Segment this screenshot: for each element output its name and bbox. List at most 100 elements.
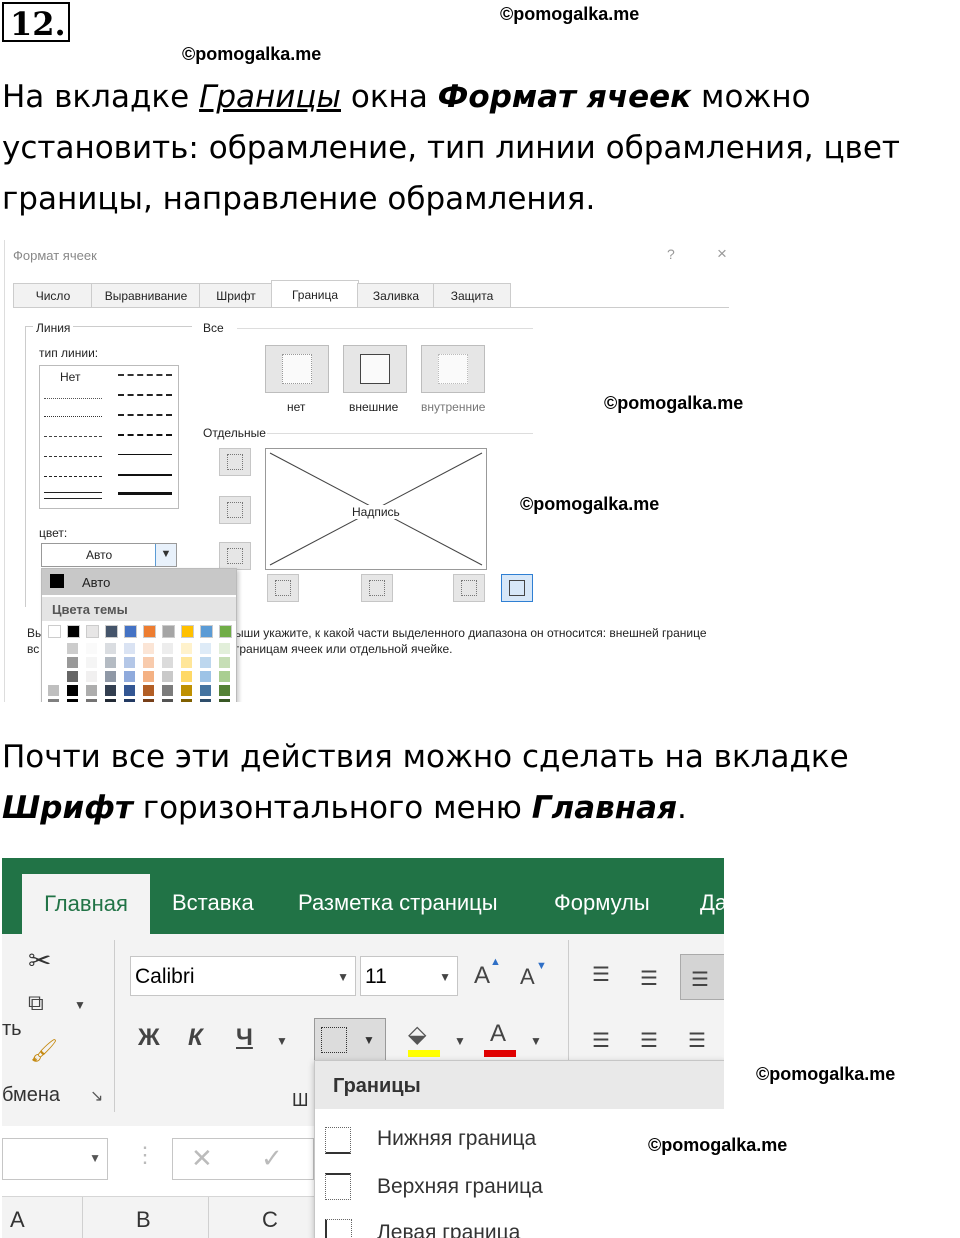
color-swatch[interactable] <box>219 657 230 668</box>
border-middle-h-button[interactable] <box>219 496 251 524</box>
line-none-option[interactable]: Нет <box>60 370 80 384</box>
menu-item-left-border[interactable]: Левая граница <box>377 1221 520 1238</box>
color-swatch[interactable] <box>124 699 135 702</box>
menu-item-bottom-border[interactable]: Нижняя граница <box>377 1127 536 1151</box>
color-swatch[interactable] <box>67 625 80 638</box>
color-swatch[interactable] <box>105 643 116 654</box>
chevron-down-icon[interactable]: ▼ <box>337 957 349 997</box>
font-name-select[interactable]: Calibri ▼ <box>130 956 356 996</box>
close-button[interactable]: × <box>717 244 727 264</box>
tab-page-layout[interactable]: Разметка страницы <box>298 890 498 916</box>
color-swatch[interactable] <box>143 685 154 696</box>
color-swatch[interactable] <box>124 685 135 696</box>
chevron-down-icon[interactable]: ▼ <box>454 1034 466 1048</box>
font-size-select[interactable]: 11 ▼ <box>360 956 458 996</box>
underline-button[interactable]: Ч <box>236 1024 253 1052</box>
color-swatch[interactable] <box>48 671 59 682</box>
color-swatch[interactable] <box>162 643 173 654</box>
color-swatch[interactable] <box>181 657 192 668</box>
color-swatch[interactable] <box>143 699 154 702</box>
column-header-b[interactable]: B <box>136 1207 151 1233</box>
border-middle-v-button[interactable] <box>361 574 393 602</box>
color-swatch[interactable] <box>162 699 173 702</box>
color-swatch[interactable] <box>181 671 192 682</box>
color-swatch[interactable] <box>105 685 116 696</box>
color-swatch[interactable] <box>124 671 135 682</box>
border-right-button[interactable] <box>453 574 485 602</box>
italic-button[interactable]: К <box>188 1024 203 1052</box>
color-swatch[interactable] <box>143 643 154 654</box>
dialog-launcher-icon[interactable]: ↘ <box>90 1086 103 1106</box>
align-bottom-button[interactable]: ☰ <box>680 954 724 1000</box>
chevron-down-icon[interactable]: ▼ <box>439 957 451 997</box>
color-swatch[interactable] <box>162 625 175 638</box>
border-bottom-button[interactable] <box>219 542 251 570</box>
color-swatch[interactable] <box>124 657 135 668</box>
color-select[interactable]: Авто ▼ <box>41 543 177 567</box>
chevron-down-icon[interactable]: ▼ <box>276 1034 288 1048</box>
color-swatch[interactable] <box>105 625 118 638</box>
color-swatch[interactable] <box>86 699 97 702</box>
border-left-button[interactable] <box>267 574 299 602</box>
color-swatch[interactable] <box>219 671 230 682</box>
color-swatch[interactable] <box>200 699 211 702</box>
copy-icon[interactable]: ⧉ <box>28 990 44 1016</box>
chevron-down-icon[interactable]: ▼ <box>530 1034 542 1048</box>
tab-data[interactable]: Да <box>700 890 724 916</box>
tab-fill[interactable]: Заливка <box>357 283 435 307</box>
help-button[interactable]: ? <box>667 246 675 262</box>
color-swatch[interactable] <box>86 625 99 638</box>
color-swatch[interactable] <box>48 685 59 696</box>
color-swatch[interactable] <box>200 625 213 638</box>
color-swatch[interactable] <box>219 643 230 654</box>
color-swatch[interactable] <box>86 643 97 654</box>
color-swatch[interactable] <box>200 685 211 696</box>
color-swatch[interactable] <box>162 657 173 668</box>
tab-insert[interactable]: Вставка <box>172 890 254 916</box>
preset-none-button[interactable] <box>265 345 329 393</box>
border-top-button[interactable] <box>219 448 251 476</box>
tab-home[interactable]: Главная <box>22 874 150 934</box>
color-swatch[interactable] <box>105 699 116 702</box>
color-swatch[interactable] <box>105 657 116 668</box>
color-swatch[interactable] <box>124 643 135 654</box>
scissors-icon[interactable]: ✂ <box>28 944 51 977</box>
color-swatch[interactable] <box>67 671 78 682</box>
align-right-icon[interactable]: ☰ <box>688 1028 706 1053</box>
color-swatch[interactable] <box>162 685 173 696</box>
chevron-down-icon[interactable]: ▼ <box>74 998 86 1012</box>
color-swatch[interactable] <box>67 699 78 702</box>
format-painter-icon[interactable]: 🖌 <box>30 1038 58 1064</box>
tab-alignment[interactable]: Выравнивание <box>91 283 201 307</box>
chevron-down-icon[interactable]: ▼ <box>89 1151 101 1165</box>
shrink-font-button[interactable]: A <box>520 964 535 990</box>
color-swatch[interactable] <box>48 657 59 668</box>
name-box[interactable]: ▼ <box>2 1138 108 1180</box>
color-swatch[interactable] <box>48 625 61 638</box>
color-swatch[interactable] <box>86 671 97 682</box>
color-swatch[interactable] <box>143 657 154 668</box>
font-color-button[interactable]: A <box>490 1020 506 1048</box>
tab-font[interactable]: Шрифт <box>199 283 273 307</box>
preset-inside-button[interactable] <box>421 345 485 393</box>
border-diagonal-button[interactable] <box>501 574 533 602</box>
grow-font-button[interactable]: A <box>474 962 490 990</box>
borders-button[interactable]: ▼ <box>314 1018 386 1062</box>
cancel-icon[interactable]: ✕ <box>191 1143 213 1174</box>
tab-number[interactable]: Число <box>13 283 93 307</box>
color-swatch[interactable] <box>86 657 97 668</box>
color-swatch[interactable] <box>181 699 192 702</box>
column-header-c[interactable]: C <box>262 1207 278 1233</box>
align-top-icon[interactable]: ☰ <box>592 962 610 987</box>
tab-border[interactable]: Граница <box>271 280 359 307</box>
color-swatch[interactable] <box>67 657 78 668</box>
border-preview[interactable]: Надпись <box>265 448 487 570</box>
color-swatch[interactable] <box>124 625 137 638</box>
column-header-a[interactable]: A <box>10 1207 25 1233</box>
color-swatch[interactable] <box>143 625 156 638</box>
color-swatch[interactable] <box>200 671 211 682</box>
color-swatch[interactable] <box>181 625 194 638</box>
color-swatch[interactable] <box>105 671 116 682</box>
color-swatch[interactable] <box>181 685 192 696</box>
color-swatch[interactable] <box>219 685 230 696</box>
